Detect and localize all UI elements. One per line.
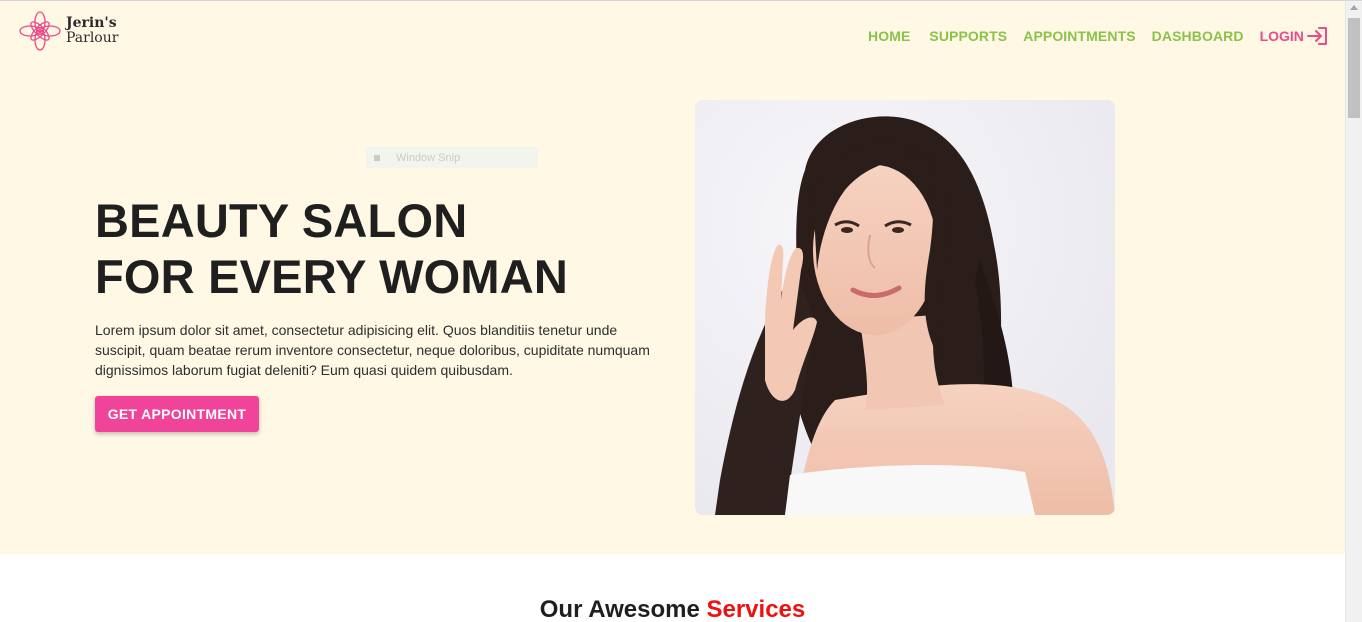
page: Jerin's Parlour HOME SUPPORTS APPOINTMEN… [0, 0, 1362, 622]
snip-label: Window Snip [396, 151, 461, 164]
nav-dashboard[interactable]: DASHBOARD [1152, 28, 1244, 44]
brand-line2: Parlour [66, 30, 119, 46]
vertical-scrollbar[interactable] [1345, 1, 1362, 622]
login-button[interactable]: LOGIN [1260, 27, 1328, 45]
services-title-prefix: Our Awesome [539, 596, 700, 622]
brand-name: Jerin's Parlour [66, 16, 118, 46]
brand-logo[interactable]: Jerin's Parlour [19, 11, 118, 51]
nav-appointments[interactable]: APPOINTMENTS [1023, 28, 1135, 44]
headline-line1: BEAUTY SALON [95, 194, 468, 247]
services-title-accent: Services [706, 596, 806, 622]
scrollbar-thumb[interactable] [1348, 18, 1360, 118]
main-nav: HOME SUPPORTS APPOINTMENTS DASHBOARD LOG… [868, 27, 1328, 45]
nav-supports[interactable]: SUPPORTS [929, 28, 1007, 44]
headline-line2: FOR EVERY WOMAN [95, 250, 569, 303]
login-arrow-icon [1306, 27, 1327, 45]
woman-portrait-image [695, 100, 1115, 515]
get-appointment-button[interactable]: GET APPOINTMENT [95, 396, 259, 432]
scroll-up-arrow-icon[interactable] [1350, 5, 1358, 10]
login-label: LOGIN [1259, 28, 1304, 44]
brand-line1: Jerin's [66, 15, 117, 31]
hero-headline: BEAUTY SALON FOR EVERY WOMAN [95, 193, 568, 305]
services-heading: Our Awesome Services [0, 596, 1345, 622]
hero-description: Lorem ipsum dolor sit amet, consectetur … [95, 322, 650, 378]
nav-home[interactable]: HOME [868, 28, 910, 44]
hero-image [695, 100, 1115, 515]
lotus-flower-icon [19, 11, 61, 51]
window-snip-overlay: Window Snip [366, 147, 538, 168]
snip-icon [374, 154, 380, 161]
